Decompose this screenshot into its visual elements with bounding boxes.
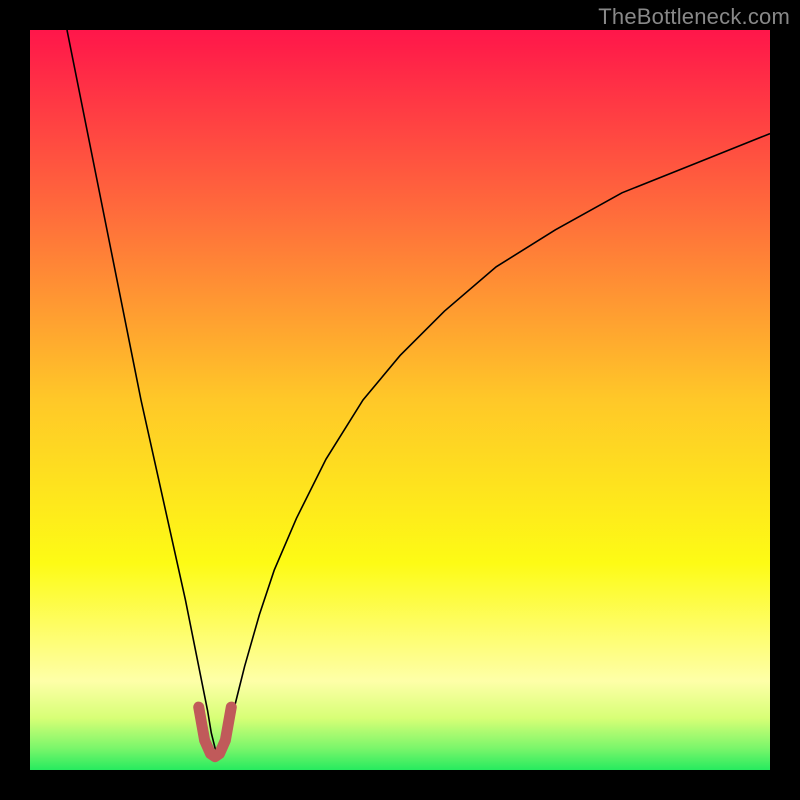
plot-area — [30, 30, 770, 770]
chart-frame: TheBottleneck.com — [0, 0, 800, 800]
watermark-text: TheBottleneck.com — [598, 4, 790, 30]
bottleneck-chart — [30, 30, 770, 770]
